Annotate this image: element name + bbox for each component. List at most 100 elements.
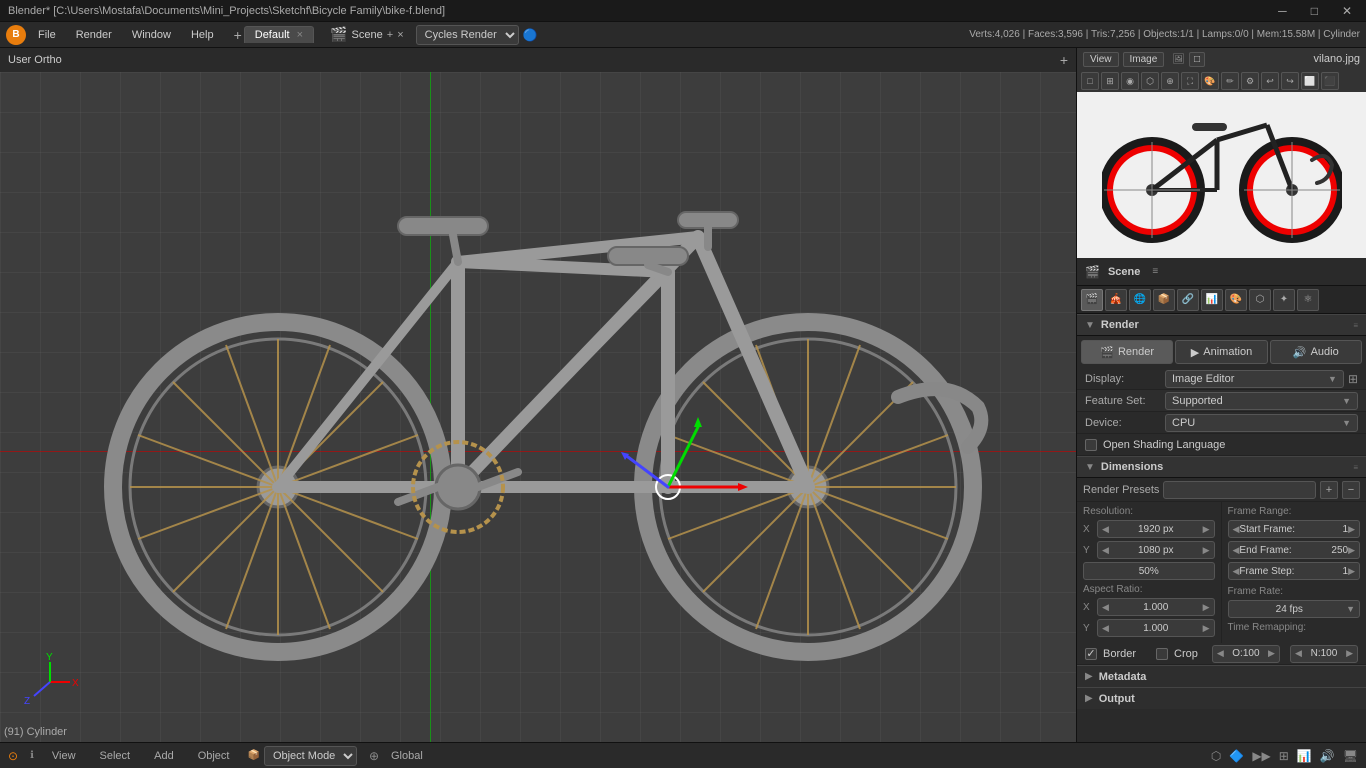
display-value[interactable]: Image Editor ▼ (1165, 370, 1344, 388)
bottom-icon-4[interactable]: ⊞ (1279, 749, 1289, 763)
bottom-add-btn[interactable]: Add (148, 748, 180, 764)
toolbar-icon-5[interactable]: ⊕ (1161, 72, 1179, 90)
device-value[interactable]: CPU ▼ (1165, 414, 1358, 432)
feature-set-value[interactable]: Supported ▼ (1165, 392, 1358, 410)
toolbar-icon-7[interactable]: 🎨 (1201, 72, 1219, 90)
mode-select[interactable]: Object Mode (264, 746, 357, 766)
bottom-icon-5[interactable]: 📊 (1297, 749, 1312, 763)
res-x-arrow-r[interactable]: ▶ (1203, 524, 1210, 535)
close-button[interactable]: ✕ (1336, 2, 1358, 20)
toolbar-icon-2[interactable]: ⊞ (1101, 72, 1119, 90)
svg-text:X: X (72, 678, 79, 689)
image-button[interactable]: Image (1123, 52, 1165, 67)
bottom-icon-7[interactable]: 🖥 (1343, 749, 1358, 763)
res-y-arrow-l[interactable]: ◀ (1102, 545, 1109, 556)
prop-icon-data[interactable]: 📊 (1201, 289, 1223, 311)
global-btn[interactable]: ⊕ (369, 749, 379, 763)
toolbar-icon-12[interactable]: ⬜ (1301, 72, 1319, 90)
display-new-icon[interactable]: ⊞ (1348, 372, 1358, 386)
dimensions-section-header[interactable]: ▼ Dimensions ≡ (1077, 456, 1366, 478)
resolution-x-field[interactable]: ◀ 1920 px ▶ (1097, 520, 1215, 538)
render-section-header[interactable]: ▼ Render ≡ (1077, 314, 1366, 336)
bottom-view-btn[interactable]: View (46, 748, 82, 764)
presets-remove-btn[interactable]: − (1342, 481, 1360, 499)
toolbar-icon-6[interactable]: ⛶ (1181, 72, 1199, 90)
crop-checkbox[interactable] (1156, 648, 1168, 660)
toolbar-icon-1[interactable]: □ (1081, 72, 1099, 90)
toolbar-icon-4[interactable]: ⬡ (1141, 72, 1159, 90)
aspect-ratio-label: Aspect Ratio: (1083, 584, 1215, 595)
render-presets-field[interactable] (1163, 481, 1316, 499)
end-frame-field[interactable]: ◀ End Frame: 250 ▶ (1228, 541, 1361, 559)
toolbar-icon-11[interactable]: ↪ (1281, 72, 1299, 90)
toolbar-icon-8[interactable]: ✏ (1221, 72, 1239, 90)
workspace-close-icon[interactable]: × (297, 29, 303, 41)
global-label[interactable]: Global (391, 750, 423, 762)
border-checkbox[interactable]: ✓ (1085, 648, 1097, 660)
bottom-icon-3[interactable]: ▶▶ (1252, 749, 1270, 763)
prop-icon-render[interactable]: 🎬 (1081, 289, 1103, 311)
res-x-arrow-l[interactable]: ◀ (1102, 524, 1109, 535)
old-value-field[interactable]: ◀ O:100 ▶ (1212, 645, 1280, 663)
res-y-arrow-r[interactable]: ▶ (1203, 545, 1210, 556)
metadata-section[interactable]: ▶ Metadata (1077, 665, 1366, 687)
viewport-3d[interactable]: User Ortho + (0, 48, 1076, 742)
presets-add-btn[interactable]: + (1320, 481, 1338, 499)
svg-text:Z: Z (24, 696, 30, 707)
toolbar-icon-3[interactable]: ◉ (1121, 72, 1139, 90)
scene-close-icon[interactable]: × (397, 29, 403, 41)
dimensions-dots: ≡ (1353, 463, 1358, 472)
menu-window[interactable]: Window (124, 27, 179, 43)
minimize-button[interactable]: ─ (1272, 2, 1293, 20)
main-layout: User Ortho + (0, 48, 1366, 742)
prop-icon-particles[interactable]: ✦ (1273, 289, 1295, 311)
frame-rate-field[interactable]: 24 fps ▼ (1228, 600, 1361, 618)
bottom-icon-2[interactable]: 🔷 (1229, 749, 1244, 763)
scene-add-icon[interactable]: + (387, 29, 393, 41)
render-engine-select[interactable]: Cycles Render (416, 25, 519, 45)
frame-step-field[interactable]: ◀ Frame Step: 1 ▶ (1228, 562, 1361, 580)
menu-render[interactable]: Render (68, 27, 120, 43)
view-button[interactable]: View (1083, 52, 1119, 67)
prop-icon-material[interactable]: 🎨 (1225, 289, 1247, 311)
render-tab-render[interactable]: 🎬 Render (1081, 340, 1173, 364)
bottom-object-btn[interactable]: Object (192, 748, 236, 764)
start-frame-field[interactable]: ◀ Start Frame: 1 ▶ (1228, 520, 1361, 538)
bottom-icon-6[interactable]: 🔊 (1320, 749, 1335, 763)
render-presets-bar: Render Presets + − (1077, 478, 1366, 502)
prop-icon-object[interactable]: 📦 (1153, 289, 1175, 311)
render-tab-audio[interactable]: 🔊 Audio (1270, 340, 1362, 364)
prop-icon-physics[interactable]: ⚛ (1297, 289, 1319, 311)
window-controls[interactable]: ─ □ ✕ (1272, 2, 1358, 20)
menu-file[interactable]: File (30, 27, 64, 43)
bottom-select-btn[interactable]: Select (94, 748, 137, 764)
prop-icon-constraints[interactable]: 🔗 (1177, 289, 1199, 311)
scene-label: Scene (352, 29, 383, 41)
output-section[interactable]: ▶ Output (1077, 687, 1366, 709)
bottom-icon-1[interactable]: ⬡ (1211, 749, 1221, 763)
dimensions-arrow: ▼ (1085, 462, 1095, 473)
percent-field[interactable]: 50% (1083, 562, 1215, 580)
toolbar-icon-10[interactable]: ↩ (1261, 72, 1279, 90)
prop-icon-texture[interactable]: ⬡ (1249, 289, 1271, 311)
maximize-button[interactable]: □ (1305, 2, 1324, 20)
viewport-plus-icon[interactable]: + (1060, 52, 1068, 68)
open-shading-checkbox[interactable] (1085, 439, 1097, 451)
prop-icon-world[interactable]: 🌐 (1129, 289, 1151, 311)
menu-help[interactable]: Help (183, 27, 222, 43)
aspect-x-field[interactable]: ◀ 1.000 ▶ (1097, 598, 1215, 616)
toolbar-icon-13[interactable]: ⬛ (1321, 72, 1339, 90)
workspace-add-icon[interactable]: + (234, 27, 242, 43)
status-info: Verts:4,026 | Faces:3,596 | Tris:7,256 |… (969, 29, 1360, 40)
aspect-y-field[interactable]: ◀ 1.000 ▶ (1097, 619, 1215, 637)
prop-icon-scene[interactable]: 🎪 (1105, 289, 1127, 311)
workspace-tab-default[interactable]: Default × (244, 26, 314, 43)
new-value-field[interactable]: ◀ N:100 ▶ (1290, 645, 1358, 663)
resolution-y-field[interactable]: ◀ 1080 px ▶ (1097, 541, 1215, 559)
render-tab-animation[interactable]: ▶ Animation (1175, 340, 1267, 364)
border-crop-row: ✓ Border Crop ◀ O:100 ▶ ◀ N:100 ▶ (1077, 643, 1366, 665)
open-shading-row[interactable]: Open Shading Language (1077, 434, 1366, 456)
resolution-y-row: Y ◀ 1080 px ▶ (1083, 540, 1215, 560)
end-frame-row: ◀ End Frame: 250 ▶ (1228, 540, 1361, 560)
toolbar-icon-9[interactable]: ⚙ (1241, 72, 1259, 90)
